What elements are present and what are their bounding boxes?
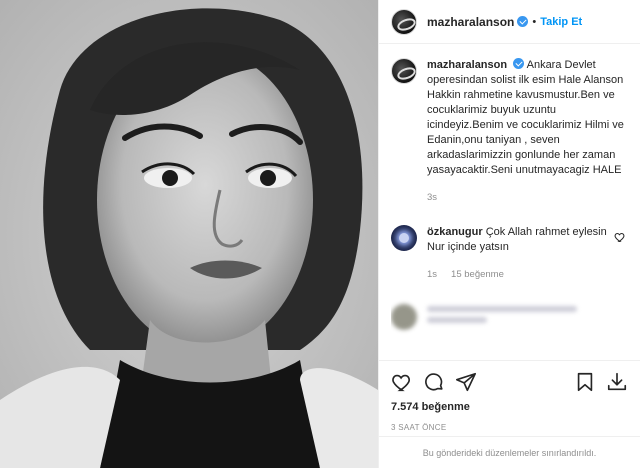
restricted-notice: Bu gönderideki düzenlemeler sınırlandırı… <box>379 436 640 468</box>
post-side-panel: mazharalanson • Takip Et mazharalanson A… <box>378 0 640 468</box>
comment-body: özkanugur Çok Allah rahmet eylesin Nur i… <box>427 225 617 282</box>
comments-fade <box>391 328 632 358</box>
author-avatar[interactable] <box>391 8 417 35</box>
follow-button[interactable]: Takip Et <box>540 16 582 28</box>
post-actions-area: 7.574 beğenme 3 SAAT ÖNCE <box>379 360 640 432</box>
comment-icon[interactable] <box>423 371 445 393</box>
separator-dot: • <box>532 15 537 28</box>
post-header: mazharalanson • Takip Et <box>379 0 640 44</box>
blurred-avatar <box>391 304 417 330</box>
blurred-text <box>427 306 577 328</box>
commenter-username[interactable]: özkanugur <box>427 226 483 238</box>
comment-likes[interactable]: 15 beğenme <box>451 267 504 282</box>
portrait-image <box>0 0 378 468</box>
caption-avatar[interactable] <box>391 58 417 84</box>
heart-icon[interactable] <box>391 371 413 393</box>
post-photo <box>0 0 378 468</box>
caption-time: 3s <box>427 192 438 203</box>
action-bar <box>391 369 628 395</box>
comment-heart-icon[interactable] <box>614 231 626 243</box>
comment-time: 1s <box>427 269 438 280</box>
caption-meta: 3s <box>427 190 627 205</box>
share-icon[interactable] <box>455 371 477 393</box>
verified-badge-icon <box>517 16 529 27</box>
bookmark-icon[interactable] <box>574 371 596 393</box>
caption-username[interactable]: mazharalanson <box>427 59 507 71</box>
comment-item: özkanugur Çok Allah rahmet eylesin Nur i… <box>391 225 632 282</box>
blurred-comment <box>391 304 632 330</box>
download-icon[interactable] <box>606 371 628 393</box>
caption-comment: mazharalanson Ankara Devlet operesindan … <box>391 58 632 205</box>
likes-count[interactable]: 7.574 beğenme <box>391 401 628 413</box>
verified-badge-icon <box>513 58 525 69</box>
caption-text: Ankara Devlet operesindan solist ilk esi… <box>427 59 624 176</box>
caption-body: mazharalanson Ankara Devlet operesindan … <box>427 58 627 205</box>
author-username[interactable]: mazharalanson <box>427 15 514 29</box>
commenter-avatar[interactable] <box>391 225 417 251</box>
post-timestamp: 3 SAAT ÖNCE <box>391 423 447 432</box>
comments-list[interactable]: mazharalanson Ankara Devlet operesindan … <box>391 58 632 358</box>
comment-meta: 1s 15 beğenme <box>427 267 617 282</box>
